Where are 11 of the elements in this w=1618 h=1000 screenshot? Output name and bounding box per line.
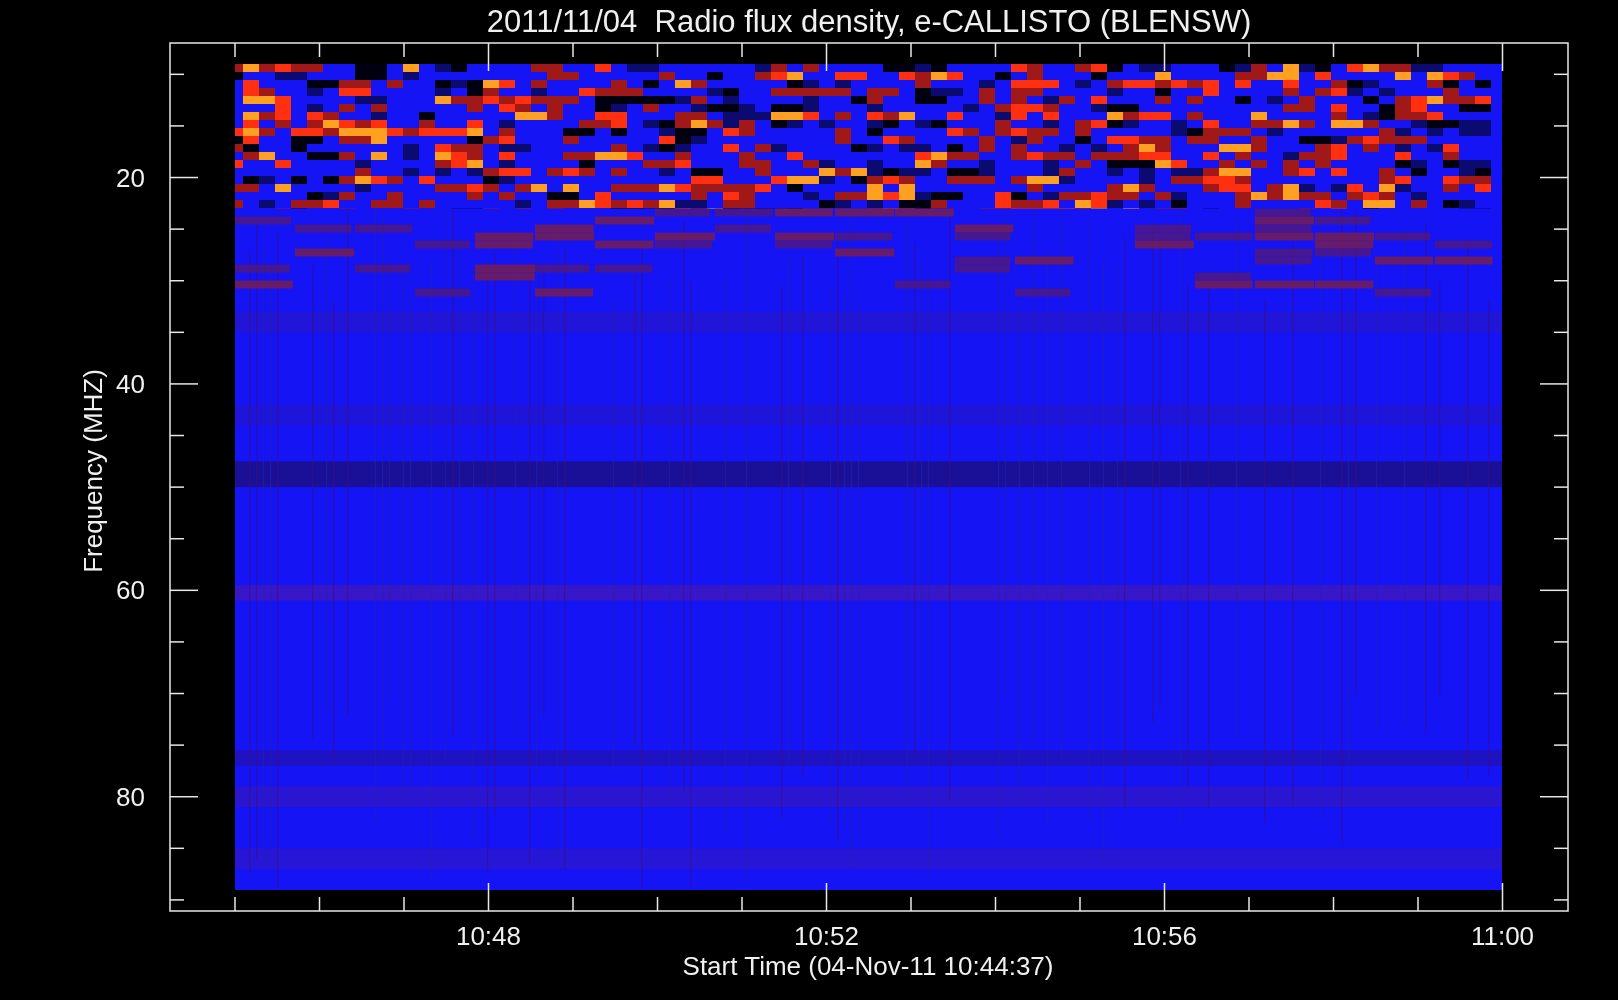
plot-title: 2011/11/04 Radio flux density, e-CALLISTO (BLENSW) (486, 4, 1252, 39)
tick-label: 60 (116, 575, 145, 606)
tick-label: 10:56 (1131, 921, 1198, 951)
tick-label: 11:00 (1470, 921, 1535, 951)
axis-label: Frequency (MHZ) (78, 369, 108, 573)
axis-label: Start Time (04-Nov-11 10:44:37) (682, 951, 1054, 981)
tick-label: 80 (116, 781, 145, 812)
tick-label: 40 (116, 368, 145, 399)
tick-label: 10:52 (793, 921, 860, 951)
tick-label: 10:48 (455, 921, 522, 951)
tick-label: 20 (116, 162, 145, 193)
